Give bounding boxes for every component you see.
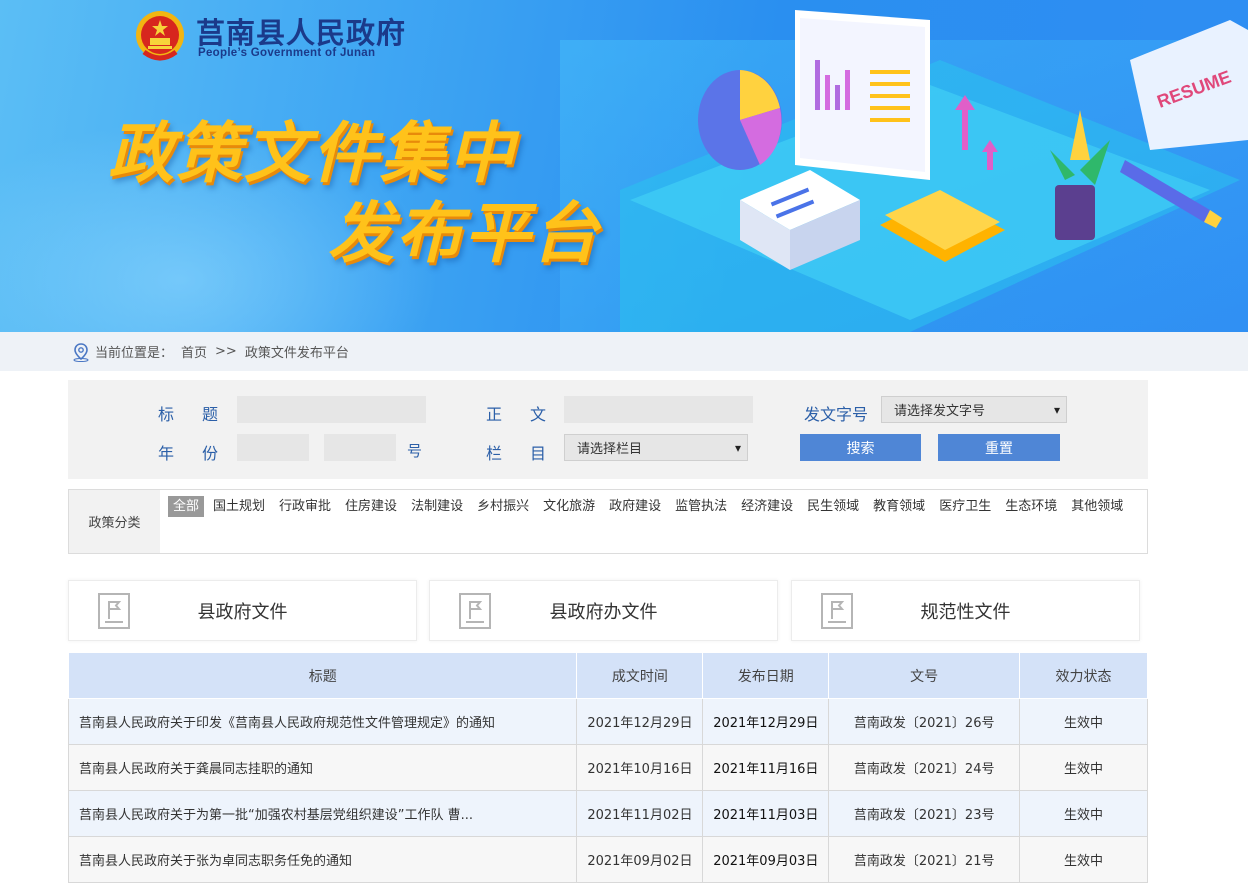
row-written: 2021年12月29日 — [576, 698, 704, 745]
category-item[interactable]: 全部 — [168, 496, 205, 517]
title-input[interactable] — [237, 396, 426, 423]
row-written: 2021年09月02日 — [576, 836, 704, 883]
row-number: 莒南政发〔2021〕26号 — [828, 698, 1021, 745]
category-item[interactable]: 国土规划 — [208, 496, 270, 517]
row-published: 2021年11月16日 — [702, 744, 830, 791]
category-item[interactable]: 监管执法 — [670, 496, 732, 517]
header-banner: 莒南县人民政府 People’s Government of Junan 政策文… — [0, 0, 1248, 332]
row-number: 莒南政发〔2021〕24号 — [828, 744, 1021, 791]
row-written: 2021年10月16日 — [576, 744, 704, 791]
breadcrumb: 当前位置是： 首页 >> 政策文件发布平台 — [0, 332, 1248, 371]
col-header-number: 文号 — [828, 652, 1021, 699]
banner-illustration: RESUME — [620, 10, 1248, 332]
category-item[interactable]: 民生领域 — [802, 496, 864, 517]
breadcrumb-separator: >> — [215, 344, 237, 359]
row-title-link[interactable]: 莒南县人民政府关于张为卓同志职务任免的通知 — [67, 836, 578, 883]
body-input[interactable] — [564, 396, 753, 423]
row-title-link[interactable]: 莒南县人民政府关于为第一批“加强农村基层党组织建设”工作队 曹... — [67, 790, 578, 837]
col-header-status: 效力状态 — [1019, 652, 1148, 699]
reset-button[interactable]: 重置 — [938, 434, 1060, 461]
document-flag-icon — [98, 593, 130, 629]
search-button[interactable]: 搜索 — [800, 434, 921, 461]
category-item[interactable]: 法制建设 — [406, 496, 468, 517]
category-item[interactable]: 行政审批 — [274, 496, 336, 517]
search-panel: 标题 正文 发文字号 请选择发文字号 ▾ 年份 号 栏目 请选择栏目 ▾ 搜索 … — [68, 380, 1148, 479]
category-item[interactable]: 教育领域 — [868, 496, 930, 517]
row-number: 莒南政发〔2021〕23号 — [828, 790, 1021, 837]
doc-number-select[interactable]: 请选择发文字号 ▾ — [881, 396, 1067, 423]
row-written: 2021年11月02日 — [576, 790, 704, 837]
breadcrumb-home-link[interactable]: 首页 — [181, 342, 207, 361]
row-status: 生效中 — [1019, 790, 1148, 837]
table-row: 莒南县人民政府关于为第一批“加强农村基层党组织建设”工作队 曹... 2021年… — [67, 790, 1148, 837]
doc-number-label: 发文字号 — [804, 405, 869, 424]
chevron-down-icon: ▾ — [1053, 402, 1060, 417]
category-item[interactable]: 住房建设 — [340, 496, 402, 517]
row-status: 生效中 — [1019, 744, 1148, 791]
doc-type-card-county-gov[interactable]: 县政府文件 — [68, 580, 417, 641]
row-status: 生效中 — [1019, 698, 1148, 745]
national-emblem-icon — [136, 11, 184, 61]
location-pin-icon — [73, 342, 89, 362]
breadcrumb-current[interactable]: 政策文件发布平台 — [245, 342, 349, 361]
category-item[interactable]: 乡村振兴 — [472, 496, 534, 517]
category-item[interactable]: 其他领域 — [1066, 496, 1128, 517]
doc-number-select-value: 请选择发文字号 — [894, 404, 986, 419]
category-heading: 政策分类 — [69, 490, 160, 553]
table-row: 莒南县人民政府关于印发《莒南县人民政府规范性文件管理规定》的通知 2021年12… — [67, 698, 1148, 745]
site-title[interactable]: 莒南县人民政府 — [196, 10, 406, 52]
doc-type-card-county-office[interactable]: 县政府办文件 — [429, 580, 778, 641]
number-suffix: 号 — [407, 442, 423, 460]
policy-table: 标题 成文时间 发布日期 文号 效力状态 莒南县人民政府关于印发《莒南县人民政府… — [67, 652, 1148, 883]
category-item[interactable]: 医疗卫生 — [934, 496, 996, 517]
chevron-down-icon: ▾ — [734, 440, 741, 455]
category-item[interactable]: 文化旅游 — [538, 496, 600, 517]
row-published: 2021年09月03日 — [702, 836, 830, 883]
category-item[interactable]: 生态环境 — [1000, 496, 1062, 517]
category-item[interactable]: 政府建设 — [604, 496, 666, 517]
row-status: 生效中 — [1019, 836, 1148, 883]
number-input[interactable] — [324, 434, 396, 461]
document-flag-icon — [821, 593, 853, 629]
table-header-row: 标题 成文时间 发布日期 文号 效力状态 — [67, 652, 1148, 699]
site-subtitle: People’s Government of Junan — [198, 47, 376, 59]
body-label: 正文 — [486, 405, 575, 424]
col-header-title: 标题 — [67, 652, 578, 699]
col-header-published: 发布日期 — [702, 652, 830, 699]
policy-category-box: 政策分类 全部 国土规划 行政审批 住房建设 法制建设 乡村振兴 文化旅游 政府建设 监管执法经… — [68, 489, 1148, 554]
category-list: 全部 国土规划 行政审批 住房建设 法制建设 乡村振兴 文化旅游 政府建设 监管执法 经济建设 民生… — [168, 496, 1138, 523]
row-number: 莒南政发〔2021〕21号 — [828, 836, 1021, 883]
slogan-line-2: 发布平台 — [328, 195, 600, 272]
row-published: 2021年11月03日 — [702, 790, 830, 837]
year-input[interactable] — [237, 434, 309, 461]
doc-type-card-normative[interactable]: 规范性文件 — [791, 580, 1140, 641]
category-item[interactable]: 经济建设 — [736, 496, 798, 517]
column-label: 栏目 — [486, 444, 575, 463]
breadcrumb-prefix: 当前位置是： — [95, 346, 174, 361]
table-row: 莒南县人民政府关于张为卓同志职务任免的通知 2021年09月02日 2021年0… — [67, 836, 1148, 883]
year-label: 年份 — [158, 444, 247, 463]
column-select-value: 请选择栏目 — [577, 442, 643, 457]
title-label: 标题 — [158, 405, 247, 424]
row-title-link[interactable]: 莒南县人民政府关于印发《莒南县人民政府规范性文件管理规定》的通知 — [67, 698, 578, 745]
document-flag-icon — [459, 593, 491, 629]
row-published: 2021年12月29日 — [702, 698, 830, 745]
col-header-written: 成文时间 — [576, 652, 704, 699]
row-title-link[interactable]: 莒南县人民政府关于龚晨同志挂职的通知 — [67, 744, 578, 791]
column-select[interactable]: 请选择栏目 ▾ — [564, 434, 748, 461]
table-row: 莒南县人民政府关于龚晨同志挂职的通知 2021年10月16日 2021年11月1… — [67, 744, 1148, 791]
